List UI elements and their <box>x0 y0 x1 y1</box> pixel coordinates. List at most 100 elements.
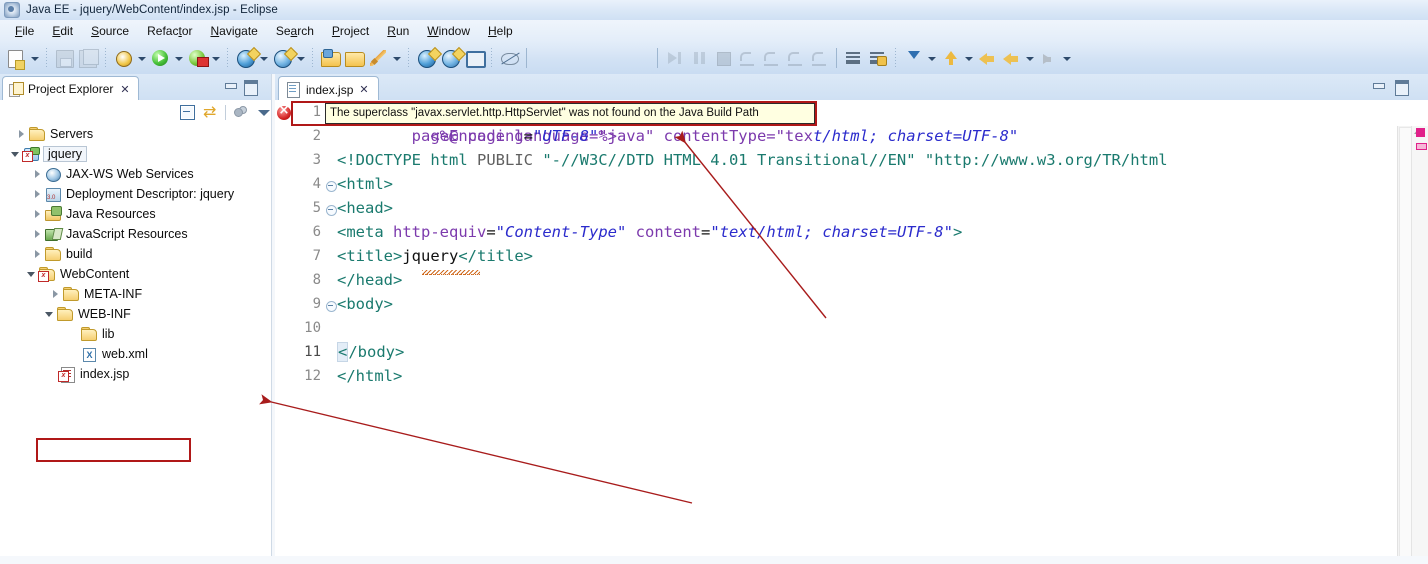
run-dropdown-icon[interactable] <box>173 47 184 69</box>
new-server-dropdown-icon[interactable] <box>258 47 269 69</box>
code-content[interactable]: <%@ page language="java" contentType="te… <box>337 100 1398 564</box>
previous-annotation-icon[interactable] <box>867 47 889 69</box>
tree-item-javascript-resources[interactable]: JavaScript Resources <box>0 224 274 244</box>
menu-navigate[interactable]: Navigate <box>201 22 266 40</box>
toolbar-separator <box>526 48 527 68</box>
profile-dropdown-icon[interactable] <box>295 47 306 69</box>
web-browser-icon[interactable] <box>415 47 437 69</box>
last-edit-location-icon[interactable] <box>902 47 924 69</box>
step-return-icon[interactable] <box>808 47 830 69</box>
toolbar-separator <box>227 48 228 68</box>
editor-vertical-scrollbar[interactable] <box>1397 126 1413 564</box>
open-type-icon[interactable] <box>319 47 341 69</box>
chevron-down-icon[interactable] <box>42 304 56 324</box>
profile-icon[interactable] <box>271 47 293 69</box>
chevron-down-icon[interactable] <box>24 264 38 284</box>
view-filter-icon[interactable] <box>230 103 250 121</box>
tree-item-java-resources[interactable]: Java Resources <box>0 204 274 224</box>
overview-ruler[interactable] <box>1411 126 1428 564</box>
error-marker-icon[interactable] <box>277 103 291 120</box>
step-into-icon[interactable] <box>760 47 782 69</box>
chevron-right-icon[interactable] <box>14 124 28 144</box>
error-marker[interactable] <box>1416 128 1425 137</box>
tree-item-web-inf[interactable]: WEB-INF <box>0 304 274 324</box>
editor-body[interactable]: 1 2 3 4 5 6 7 8 9 10 11 12 <box>275 100 1428 564</box>
back-alt-icon[interactable] <box>1000 47 1022 69</box>
tab-index-jsp[interactable]: index.jsp ✕ <box>278 76 379 102</box>
tree-item-jax-ws-web-services[interactable]: JAX-WS Web Services <box>0 164 274 184</box>
resume-icon[interactable] <box>664 47 686 69</box>
close-icon[interactable]: ✕ <box>359 83 368 96</box>
maximize-icon[interactable] <box>1393 79 1409 96</box>
chevron-down-icon[interactable] <box>8 144 22 164</box>
save-icon[interactable] <box>53 47 75 69</box>
forward-history-dropdown-icon[interactable] <box>963 47 974 69</box>
tree-item-servers[interactable]: Servers <box>0 124 274 144</box>
menu-run[interactable]: Run <box>378 22 418 40</box>
menu-help[interactable]: Help <box>479 22 522 40</box>
edit-dropdown-icon[interactable] <box>391 47 402 69</box>
marker-gutter[interactable] <box>275 100 294 564</box>
chevron-right-icon[interactable] <box>48 284 62 304</box>
tree-item-index-jsp[interactable]: x index.jsp <box>0 364 274 384</box>
edit-icon[interactable] <box>367 47 389 69</box>
minimize-icon[interactable] <box>1370 79 1386 93</box>
minimize-icon[interactable] <box>222 79 238 93</box>
back-icon[interactable] <box>976 47 998 69</box>
menu-source[interactable]: Source <box>82 22 138 40</box>
chevron-right-icon[interactable] <box>30 204 44 224</box>
menu-file[interactable]: File <box>6 22 43 40</box>
menu-search[interactable]: Search <box>267 22 323 40</box>
run-on-server-icon[interactable] <box>186 47 209 69</box>
suspend-icon[interactable] <box>688 47 710 69</box>
forward-dropdown-icon[interactable] <box>1061 47 1072 69</box>
console-icon[interactable] <box>463 47 486 69</box>
run-icon[interactable] <box>149 47 171 69</box>
tab-project-explorer[interactable]: Project Explorer ✕ <box>2 76 139 101</box>
back-dropdown-icon[interactable] <box>1024 47 1035 69</box>
folding-ruler[interactable] <box>325 100 337 564</box>
link-with-editor-icon[interactable] <box>201 102 221 121</box>
fold-toggle-icon[interactable] <box>326 181 337 192</box>
tree-item-build[interactable]: build <box>0 244 274 264</box>
chevron-right-icon[interactable] <box>30 224 44 244</box>
terminate-icon[interactable] <box>712 47 734 69</box>
maximize-icon[interactable] <box>242 79 258 96</box>
menu-project[interactable]: Project <box>323 22 378 40</box>
debug-dropdown-icon[interactable] <box>136 47 147 69</box>
forward-icon[interactable] <box>1037 47 1059 69</box>
collapse-all-icon[interactable] <box>177 103 197 121</box>
close-icon[interactable]: ✕ <box>120 83 129 96</box>
tree-item-meta-inf[interactable]: META-INF <box>0 284 274 304</box>
tree-item-lib[interactable]: lib <box>0 324 274 344</box>
chevron-right-icon[interactable] <box>30 164 44 184</box>
debug-icon[interactable] <box>112 47 134 69</box>
step-over-icon[interactable] <box>784 47 806 69</box>
save-all-icon[interactable] <box>77 47 99 69</box>
new-server-icon[interactable] <box>234 47 256 69</box>
fold-toggle-icon[interactable] <box>326 301 337 312</box>
next-annotation-icon[interactable] <box>843 47 865 69</box>
run-server-dropdown-icon[interactable] <box>210 47 221 69</box>
tree-item-web-xml[interactable]: web.xml <box>0 344 274 364</box>
project-tree[interactable]: Servers x jquery JAX-WS Web Services Dep… <box>0 124 274 564</box>
tree-item-webcontent[interactable]: x WebContent <box>0 264 274 284</box>
disconnect-icon[interactable] <box>736 47 758 69</box>
menu-refactor[interactable]: Refactor <box>138 22 201 40</box>
fold-toggle-icon[interactable] <box>326 205 337 216</box>
tree-item-deployment-descriptor[interactable]: Deployment Descriptor: jquery <box>0 184 274 204</box>
open-folder-icon[interactable] <box>343 47 365 69</box>
deploy-icon[interactable] <box>439 47 461 69</box>
forward-history-icon[interactable] <box>939 47 961 69</box>
last-edit-dropdown-icon[interactable] <box>926 47 937 69</box>
chevron-right-icon[interactable] <box>30 244 44 264</box>
menu-window[interactable]: Window <box>418 22 479 40</box>
chevron-right-icon[interactable] <box>30 184 44 204</box>
skip-breakpoints-icon[interactable] <box>498 47 520 69</box>
menu-edit[interactable]: Edit <box>43 22 82 40</box>
new-wizard-icon[interactable] <box>5 47 27 70</box>
warning-marker[interactable] <box>1416 143 1427 150</box>
tree-item-jquery[interactable]: x jquery <box>0 144 274 164</box>
new-dropdown-icon[interactable] <box>29 47 40 69</box>
toolbar-separator <box>895 48 896 68</box>
